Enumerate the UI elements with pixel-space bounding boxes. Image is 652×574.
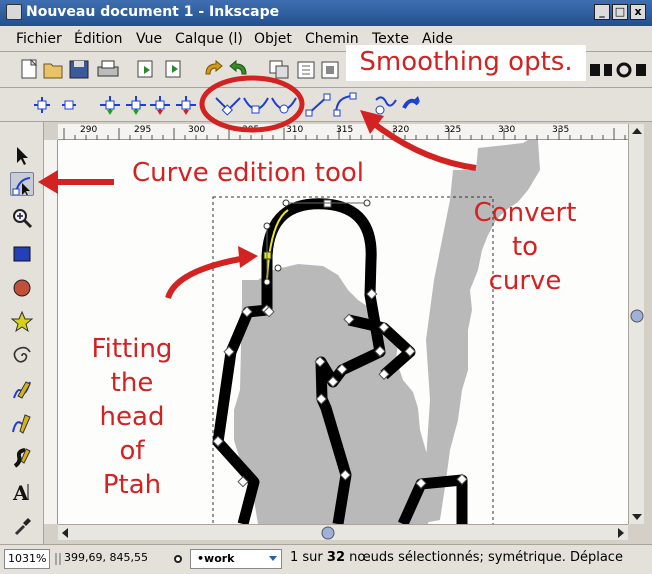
calligraphy-tool-icon[interactable] [10,446,34,470]
object-to-path-icon[interactable] [375,96,397,115]
annotation-fitting-line: the [110,368,154,398]
scroll-left-arrow-icon[interactable] [62,528,68,538]
break-path-icon[interactable] [150,96,170,115]
duplicate-icon[interactable] [269,60,289,79]
annotation-convert-to-curve: Convert to curve [460,196,590,298]
annotation-fitting-line: of [119,436,145,466]
status-message-prefix: 1 sur [290,550,327,565]
star-tool-icon[interactable] [10,310,34,334]
svg-text:A: A [12,481,29,504]
title-bar: Nouveau document 1 - Inkscape _ □ x [0,0,652,26]
chevron-down-icon [269,556,277,561]
symmetric-node-icon[interactable] [271,97,297,114]
inkscape-app-icon [6,4,22,20]
make-line-icon[interactable] [305,93,331,117]
annotation-fitting-head: Fitting the head of Ptah [72,332,192,502]
status-message-suffix: nœuds sélectionnés; symétrique. Déplace [345,550,623,565]
text-tool-icon[interactable]: A [10,480,34,504]
ruler-label: 330 [498,125,516,135]
selector-tool-icon[interactable] [10,144,34,168]
export-icon[interactable] [165,60,181,78]
rectangle-tool-icon[interactable] [10,242,34,266]
make-curve-icon[interactable] [333,92,357,117]
annotation-fitting-line: head [99,402,165,432]
annotation-curve-tool: Curve edition tool [132,158,364,188]
menu-calque[interactable]: Calque (l) [175,31,243,47]
annotation-smoothing-options: Smoothing opts. [359,47,573,77]
annotation-convert-line: to [511,232,539,262]
annotation-fitting-line: Fitting [91,334,173,364]
annotation-convert-line: curve [488,266,562,296]
zoom-tool-icon[interactable] [10,206,34,230]
annotation-fitting-line: Ptah [102,470,162,500]
toolbox: A [0,122,44,544]
stroke-to-path-icon[interactable] [402,96,420,109]
status-node-count: 32 [326,550,345,565]
ruler-label: 290 [80,125,98,135]
horizontal-ruler: 290 295 300 305 310 315 320 325 330 335 [58,124,628,140]
ellipse-tool-icon[interactable] [10,276,34,300]
menu-edition[interactable]: Édition [74,31,122,47]
print-icon[interactable] [97,60,119,77]
menu-vue[interactable]: Vue [136,31,162,47]
layer-name: •work [197,552,235,565]
node-edit-tool-icon[interactable] [10,172,34,196]
status-message: 1 sur 32 nœuds sélectionnés; symétrique.… [290,549,623,569]
zoom-field[interactable]: 1031% [4,549,50,569]
ruler-label: 310 [286,125,304,135]
window-title: Nouveau document 1 - Inkscape [26,4,280,20]
vertical-scrollbar[interactable] [628,124,644,524]
zoom-fit-icon[interactable] [590,62,646,78]
join-nodes-icon[interactable] [100,96,120,115]
scrollbar-thumb[interactable] [630,309,644,323]
redo-icon[interactable] [229,59,247,75]
insert-node-icon[interactable] [34,97,50,113]
node-tool-controls [0,88,652,122]
scrollbar-thumb[interactable] [321,526,335,540]
group-icon[interactable] [321,61,339,79]
save-icon[interactable] [69,60,89,79]
annotation-convert-line: Convert [473,198,577,228]
cursor-coords-icon [55,553,61,565]
ruler-label: 305 [242,125,260,135]
minimize-button[interactable]: _ [594,4,610,20]
delete-segment-icon[interactable] [176,96,196,115]
delete-node-icon[interactable] [62,100,76,110]
pencil-tool-icon[interactable] [10,378,34,402]
scroll-up-arrow-icon[interactable] [632,128,642,134]
clone-icon[interactable] [297,61,315,79]
join-segment-icon[interactable] [126,96,146,115]
menu-objet[interactable]: Objet [254,31,292,47]
maximize-button[interactable]: □ [612,4,628,20]
scroll-down-arrow-icon[interactable] [632,514,642,520]
ruler-label: 300 [188,125,206,135]
dropper-tool-icon[interactable] [10,514,34,538]
ruler-label: 325 [444,125,462,135]
close-button[interactable]: x [630,4,646,20]
vertical-ruler [44,140,58,524]
undo-icon[interactable] [205,59,223,75]
spiral-tool-icon[interactable] [10,344,34,368]
horizontal-scrollbar[interactable] [58,524,628,540]
import-icon[interactable] [137,60,153,78]
new-document-icon[interactable] [21,58,38,79]
scroll-right-arrow-icon[interactable] [618,528,624,538]
layer-lock-icon[interactable] [172,553,184,565]
ruler-label: 320 [392,125,410,135]
ruler-label: 295 [134,125,152,135]
menu-fichier[interactable]: Fichier [16,31,62,47]
bezier-pen-tool-icon[interactable] [10,412,34,436]
cusp-node-icon[interactable] [215,97,241,116]
open-folder-icon[interactable] [43,63,63,79]
smooth-node-icon[interactable] [243,97,269,114]
status-bar: 1031% 399,69, 845,55 •work 1 sur 32 nœud… [0,544,652,574]
ruler-label: 315 [336,125,354,135]
ruler-label: 335 [552,125,570,135]
cursor-coordinates: 399,69, 845,55 [64,551,148,564]
layer-selector[interactable]: •work [190,549,282,569]
